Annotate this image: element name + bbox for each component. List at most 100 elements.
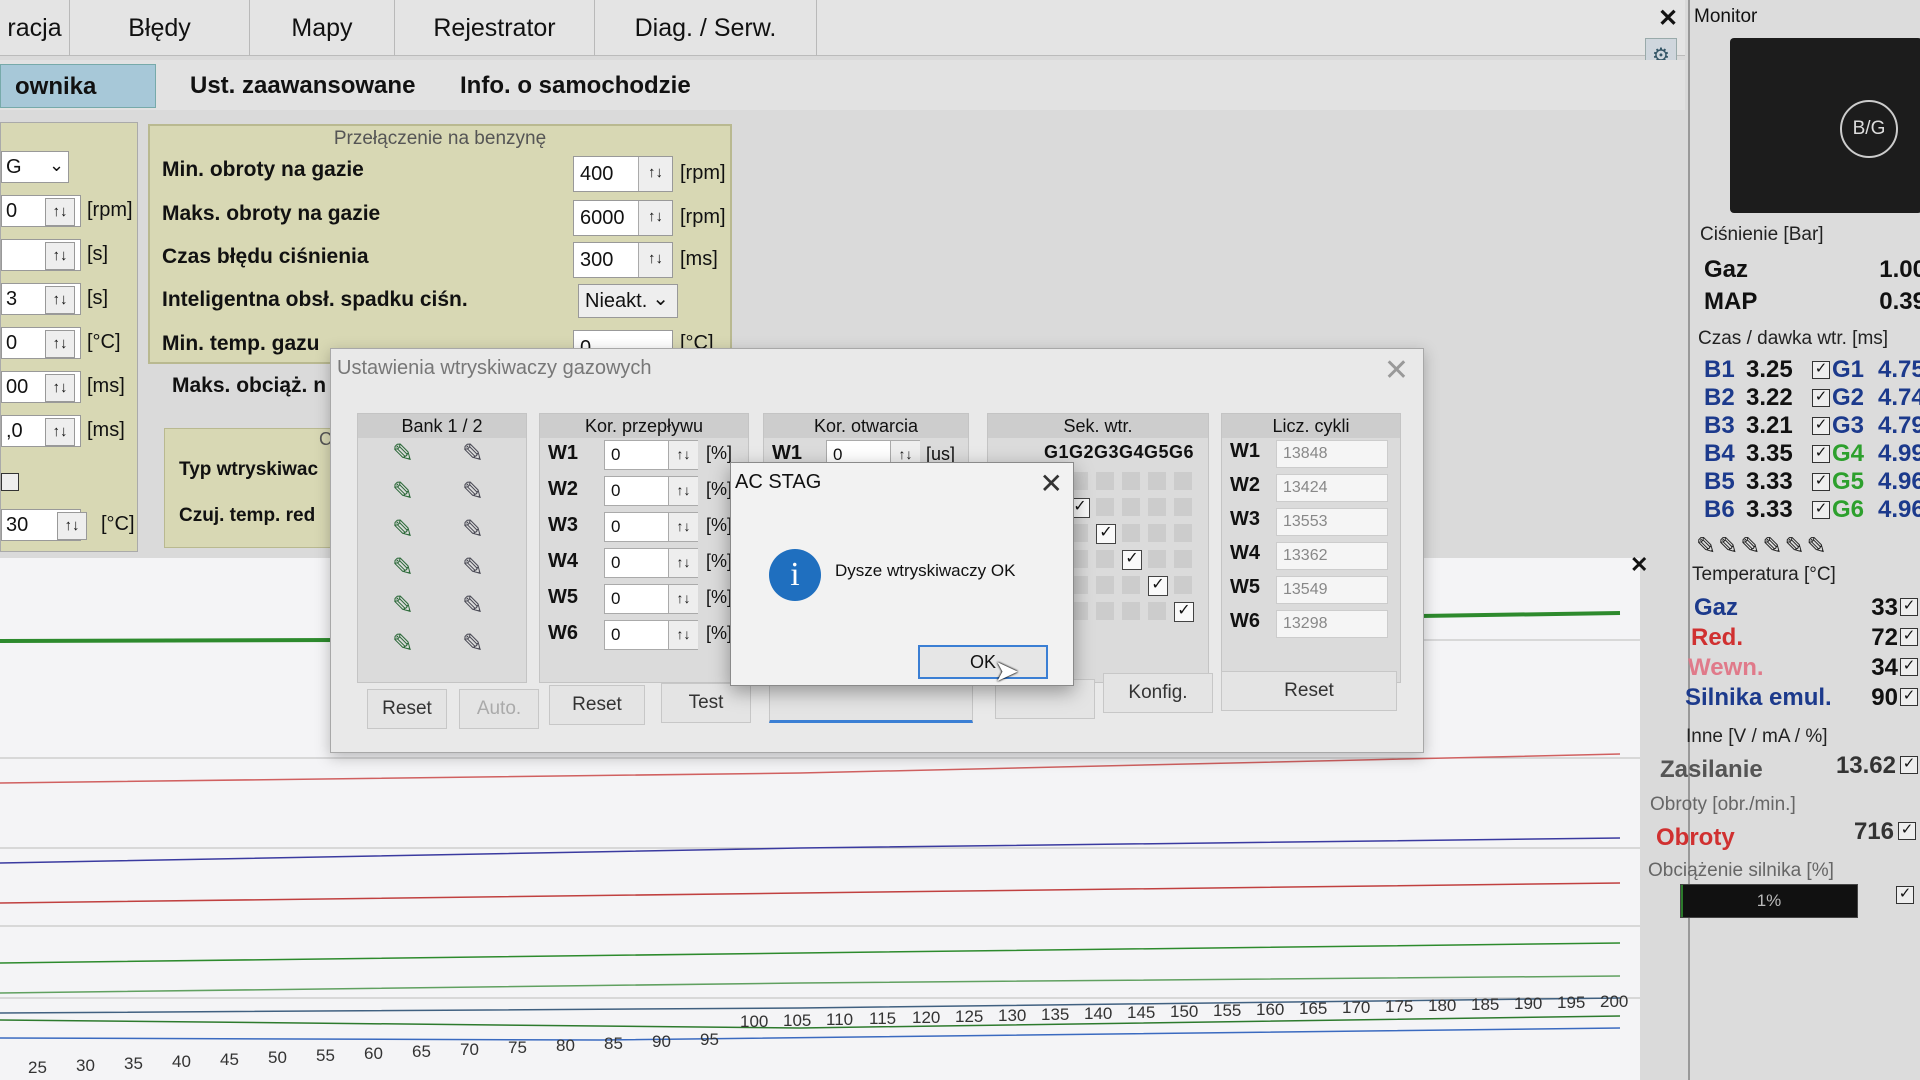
bank-injector-value: 3.33 — [1746, 468, 1793, 495]
temperature-checkbox[interactable]: ✓ — [1900, 658, 1918, 676]
petrol-injector-icon[interactable]: ✎ — [462, 438, 484, 469]
spinner-icon[interactable]: ↑↓ — [668, 585, 698, 613]
spinner-icon[interactable]: ↑↓ — [638, 243, 672, 277]
spinner-icon[interactable]: ↑↓ — [668, 477, 698, 505]
subtab-advanced-settings[interactable]: Ust. zaawansowane — [176, 64, 429, 108]
sequence-cell[interactable] — [1122, 576, 1140, 594]
sequence-cell[interactable] — [1148, 550, 1166, 568]
sequence-cell[interactable] — [1148, 498, 1166, 516]
supply-checkbox[interactable]: ✓ — [1900, 756, 1918, 774]
rpm-checkbox[interactable]: ✓ — [1898, 822, 1916, 840]
close-icon[interactable]: ✕ — [1040, 467, 1063, 500]
x-tick-label: 160 — [1256, 1000, 1285, 1019]
bank-injector-value: 3.33 — [1746, 496, 1793, 523]
checkbox[interactable] — [1, 473, 19, 491]
petrol-injector-icon[interactable]: ✎ — [462, 552, 484, 583]
temperature-checkbox[interactable]: ✓ — [1900, 688, 1918, 706]
injector-checkbox[interactable]: ✓ — [1812, 361, 1830, 379]
injector-checkbox[interactable]: ✓ — [1812, 473, 1830, 491]
petrol-injector-icon[interactable]: ✎ — [462, 628, 484, 659]
injector-checkbox[interactable]: ✓ — [1812, 417, 1830, 435]
sequence-cell[interactable] — [1174, 576, 1192, 594]
sequence-cell[interactable] — [1096, 550, 1114, 568]
fuel-select[interactable]: G ⌄ — [1, 151, 139, 187]
petrol-injector-icon[interactable]: ✎ — [462, 590, 484, 621]
spinner-icon[interactable]: ↑↓ — [45, 242, 75, 270]
sequence-cell[interactable] — [1174, 524, 1192, 542]
sequence-cell[interactable] — [1096, 472, 1114, 490]
sequence-checkbox[interactable]: ✓ — [1174, 602, 1194, 622]
close-icon[interactable]: ✕ — [1655, 6, 1681, 32]
petrol-injector-icon[interactable]: ✎ — [462, 476, 484, 507]
spinner-icon[interactable]: ↑↓ — [45, 198, 75, 226]
load-checkbox[interactable]: ✓ — [1896, 886, 1914, 904]
param-checkbox[interactable] — [1, 473, 139, 509]
sequence-cell[interactable] — [1122, 602, 1140, 620]
tab-errors[interactable]: Błędy — [70, 0, 250, 56]
spinner-icon[interactable]: ↑↓ — [668, 513, 698, 541]
reset-open-button[interactable] — [769, 683, 973, 723]
tab-configuration[interactable]: racja — [0, 0, 70, 56]
spinner-icon[interactable]: ↑↓ — [638, 201, 672, 235]
config-button[interactable]: Konfig. — [1103, 673, 1213, 713]
ok-button[interactable]: OK — [918, 645, 1048, 679]
auto-button[interactable]: Auto. — [459, 689, 539, 729]
sequence-checkbox[interactable]: ✓ — [1148, 576, 1168, 596]
subtab-gas-controller[interactable]: ownika gazu — [0, 64, 156, 144]
gas-injector-icon[interactable]: ✎ — [392, 476, 414, 507]
spinner-icon[interactable]: ↑↓ — [45, 418, 75, 446]
reset-flow-button[interactable]: Reset — [549, 685, 645, 725]
param-row: ↑↓ [s] — [1, 239, 139, 275]
sequence-cell[interactable] — [1122, 498, 1140, 516]
gas-injector-icon[interactable]: ✎ — [392, 590, 414, 621]
x-tick-label: 40 — [172, 1052, 191, 1071]
sequence-cell[interactable] — [1148, 602, 1166, 620]
sequence-cell[interactable] — [1174, 472, 1192, 490]
test-button[interactable]: Test — [661, 683, 751, 723]
smart-pressure-select[interactable]: Nieakt. ⌄ — [578, 284, 678, 318]
fuel-switch-button[interactable]: B/G — [1840, 100, 1898, 158]
gas-injector-icon[interactable]: ✎ — [392, 514, 414, 545]
sequence-cell[interactable] — [1096, 576, 1114, 594]
x-tick-label: 35 — [124, 1054, 143, 1073]
subtab-car-info[interactable]: Info. o samochodzie — [446, 64, 705, 108]
reset-button[interactable]: Reset — [367, 689, 447, 729]
gas-injector-icon[interactable]: ✎ — [392, 552, 414, 583]
close-icon[interactable]: ✕ — [1384, 353, 1409, 388]
sequence-cell[interactable] — [1096, 498, 1114, 516]
spinner-icon[interactable]: ↑↓ — [668, 441, 698, 469]
spinner-icon[interactable]: ↑↓ — [45, 330, 75, 358]
sequence-checkbox[interactable]: ✓ — [1122, 550, 1142, 570]
spinner-icon[interactable]: ↑↓ — [638, 157, 672, 191]
sequence-cell[interactable] — [1174, 498, 1192, 516]
temperature-checkbox[interactable]: ✓ — [1900, 628, 1918, 646]
param-row: 0 ↑↓ [rpm] — [1, 195, 139, 231]
gas-injector-icon[interactable]: ✎ — [392, 628, 414, 659]
sequence-cell[interactable] — [1122, 524, 1140, 542]
spinner-icon[interactable]: ↑↓ — [668, 549, 698, 577]
sequence-cell[interactable] — [1122, 472, 1140, 490]
spinner-icon[interactable]: ↑↓ — [668, 621, 698, 649]
tab-diag-service[interactable]: Diag. / Serw. — [595, 0, 817, 56]
tab-maps[interactable]: Mapy — [250, 0, 395, 56]
sequence-cell[interactable] — [1148, 472, 1166, 490]
temperature-checkbox[interactable]: ✓ — [1900, 598, 1918, 616]
pressure-error-label: Czas błędu ciśnienia — [162, 245, 369, 268]
gas-injector-icon[interactable]: ✎ — [392, 438, 414, 469]
reset-cycles-button[interactable]: Reset — [1221, 671, 1397, 711]
sequence-cell[interactable] — [1096, 602, 1114, 620]
injector-checkbox[interactable]: ✓ — [1812, 445, 1830, 463]
gas-injector-value: 4.96 — [1878, 496, 1920, 523]
injector-checkbox[interactable]: ✓ — [1812, 501, 1830, 519]
sequence-cell[interactable] — [1174, 550, 1192, 568]
sequence-checkbox[interactable]: ✓ — [1096, 524, 1116, 544]
tab-recorder[interactable]: Rejestrator — [395, 0, 595, 56]
injector-checkbox[interactable]: ✓ — [1812, 389, 1830, 407]
temperature-value: 72 — [1871, 624, 1898, 651]
sequence-cell[interactable] — [1148, 524, 1166, 542]
close-icon[interactable]: ✕ — [1630, 552, 1648, 578]
spinner-icon[interactable]: ↑↓ — [45, 286, 75, 314]
petrol-injector-icon[interactable]: ✎ — [462, 514, 484, 545]
spinner-icon[interactable]: ↑↓ — [57, 512, 87, 540]
spinner-icon[interactable]: ↑↓ — [45, 374, 75, 402]
